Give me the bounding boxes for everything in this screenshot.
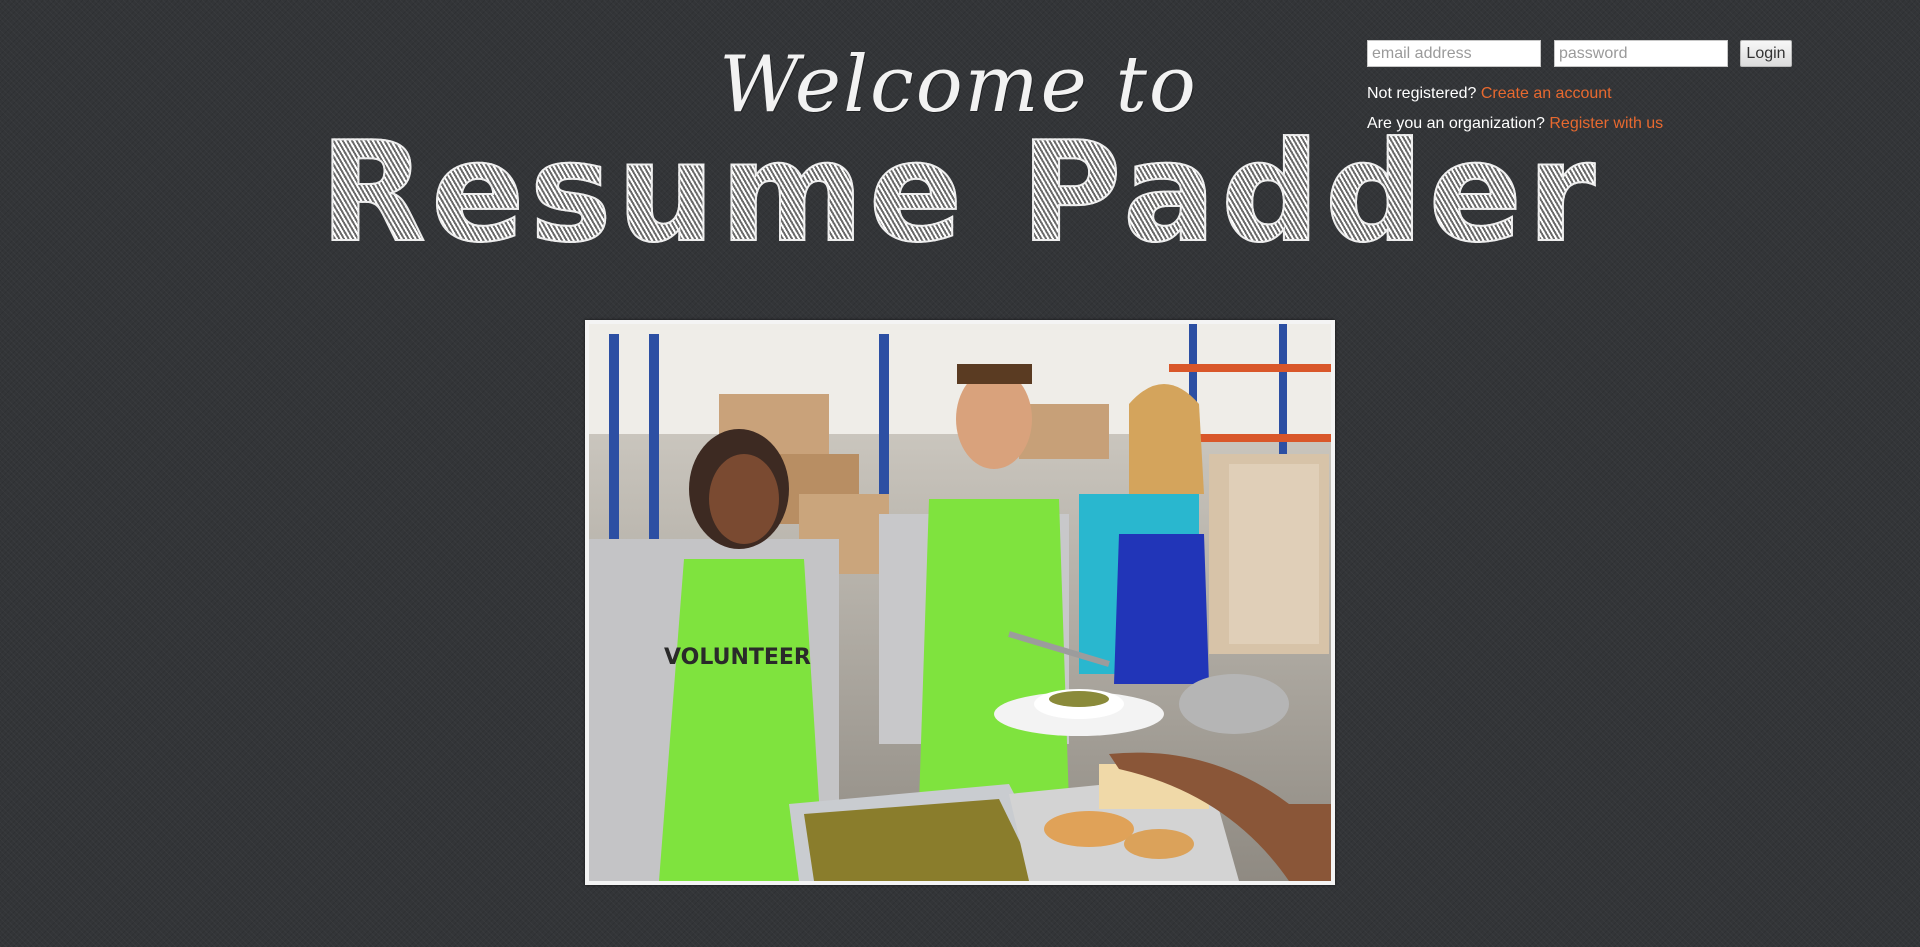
hero-image: VOLUNTEER [589,324,1331,881]
volunteers-serving-food-illustration: VOLUNTEER [589,324,1331,881]
volunteer-shirt-text: VOLUNTEER [664,645,811,670]
hero-image-frame: VOLUNTEER [585,320,1335,885]
site-title: Resume Padder [0,119,1920,266]
